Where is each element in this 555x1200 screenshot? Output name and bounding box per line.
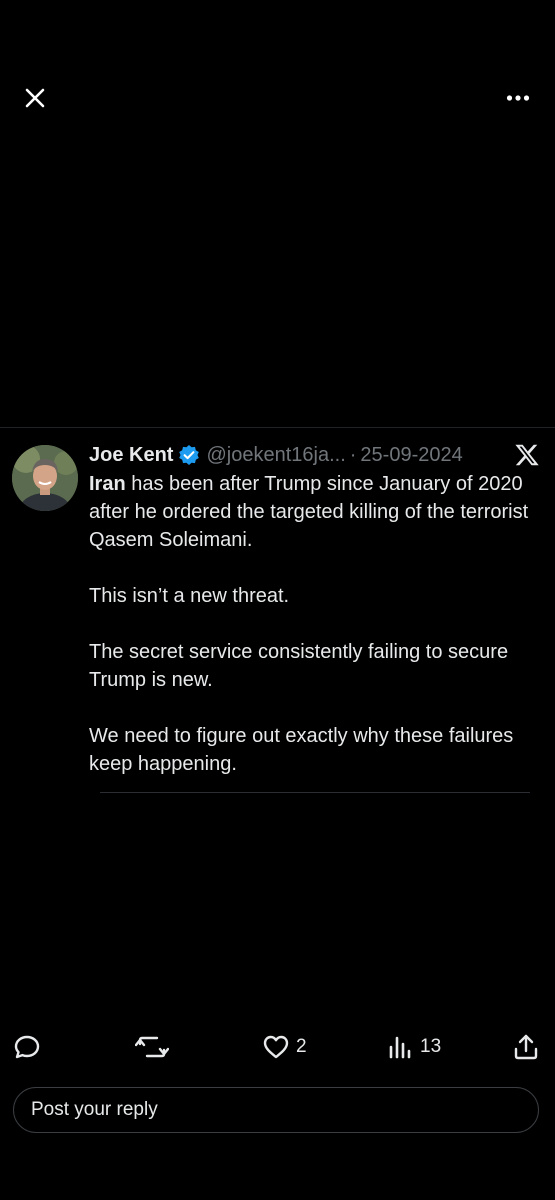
share-button[interactable] <box>512 1025 540 1069</box>
like-count: 2 <box>296 1036 307 1057</box>
views-icon <box>389 1036 411 1059</box>
more-horizontal-icon <box>506 95 530 101</box>
avatar <box>12 445 78 511</box>
like-button[interactable]: 2 <box>262 1025 307 1069</box>
tweet-text: Iran has been after Trump since January … <box>89 470 529 778</box>
repost-button[interactable] <box>135 1025 169 1069</box>
views-button[interactable]: 13 <box>388 1025 441 1069</box>
repost-icon <box>135 1036 169 1058</box>
close-icon <box>25 88 45 108</box>
reply-button[interactable] <box>13 1025 41 1069</box>
share-icon <box>514 1034 538 1060</box>
reply-icon <box>14 1035 40 1059</box>
tweet-paragraph-4: We need to figure out exactly why these … <box>89 725 514 775</box>
header-separator: · <box>349 443 357 466</box>
tweet-date: 25-09-2024 <box>360 443 463 466</box>
tweet-paragraph-2: This isn’t a new threat. <box>89 585 290 607</box>
author-handle[interactable]: @joekent16ja... <box>206 444 345 467</box>
reply-placeholder: Post your reply <box>31 1099 158 1120</box>
more-options-button[interactable] <box>496 76 540 120</box>
heart-icon <box>263 1035 289 1059</box>
close-button[interactable] <box>13 76 57 120</box>
tweet-header: Joe Kent @joekent16ja... · 25-09-2024 <box>89 442 463 468</box>
divider <box>100 792 530 793</box>
reply-input[interactable]: Post your reply <box>13 1087 539 1133</box>
tweet-paragraph-1-rest: has been after Trump since January of 20… <box>89 473 529 551</box>
tweet-card: Joe Kent @joekent16ja... · 25-09-2024 Ir… <box>0 427 555 813</box>
tweet-paragraph-1: Iran has been after Trump since January … <box>89 470 529 554</box>
action-bar: 2 13 <box>0 1025 555 1069</box>
views-count: 13 <box>420 1036 442 1057</box>
verified-badge-icon <box>179 445 200 465</box>
tweet-bold-lead: Iran <box>89 473 126 495</box>
x-logo-icon <box>515 444 539 466</box>
tweet-paragraph-3: The secret service consistently failing … <box>89 641 509 691</box>
author-name[interactable]: Joe Kent <box>89 444 173 467</box>
